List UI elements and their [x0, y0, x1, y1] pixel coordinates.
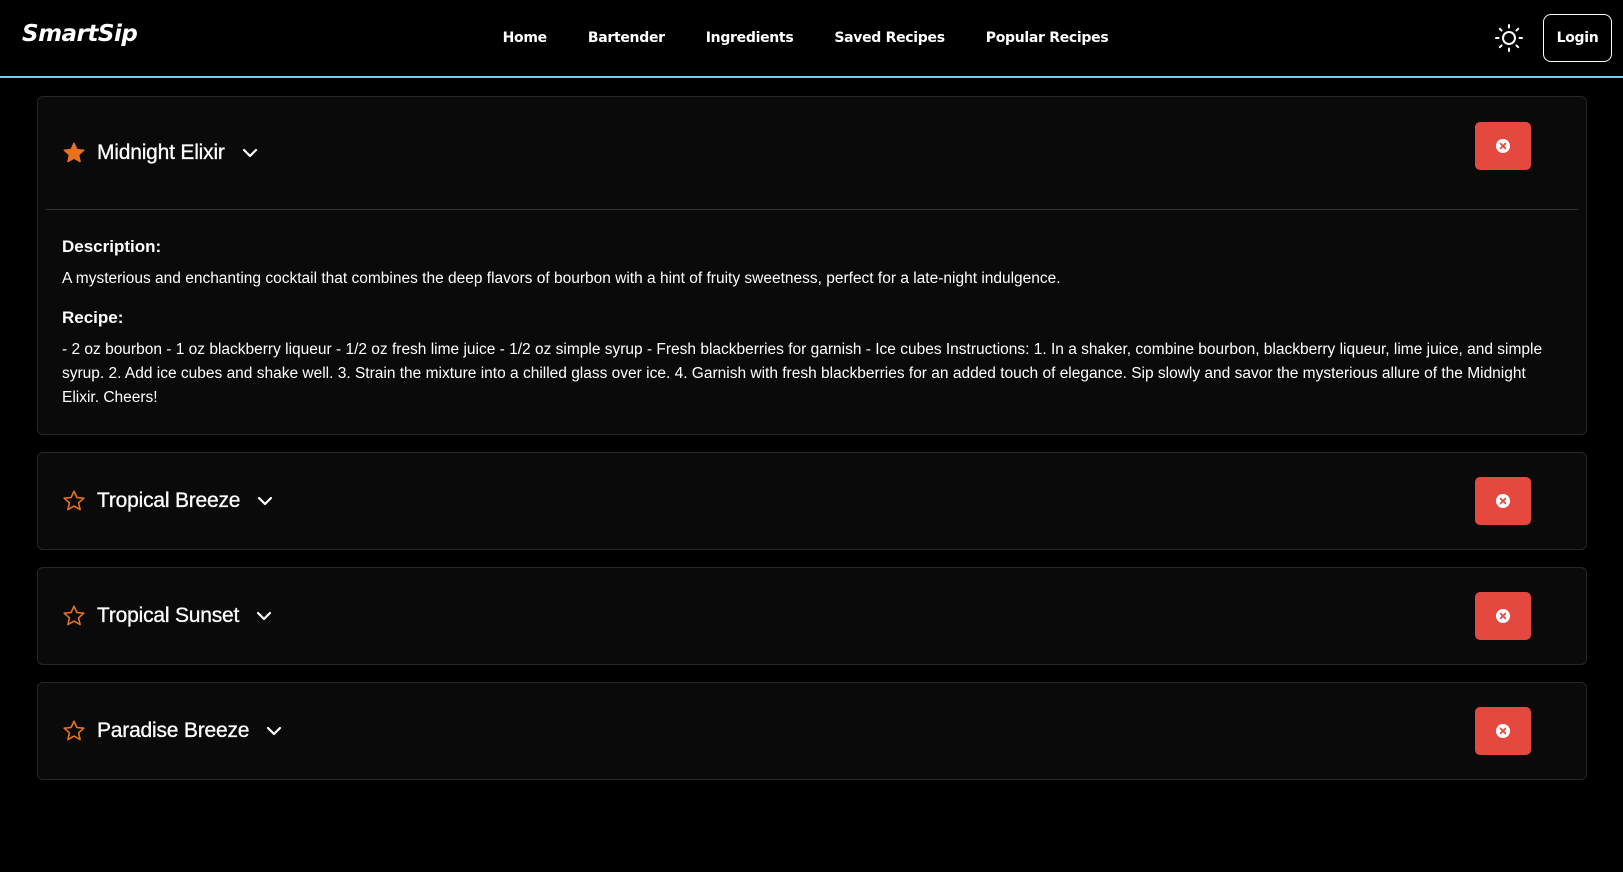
- recipe-card: Midnight Elixir Description: A mysteriou…: [37, 96, 1587, 435]
- saved-recipes-list: Midnight Elixir Description: A mysteriou…: [37, 96, 1587, 797]
- remove-recipe-button[interactable]: [1475, 592, 1531, 640]
- recipe-title: Paradise Breeze: [97, 719, 250, 742]
- chevron-down-icon[interactable]: [255, 491, 275, 511]
- remove-recipe-button[interactable]: [1475, 477, 1531, 525]
- star-outline-icon[interactable]: [62, 604, 86, 628]
- chevron-down-icon[interactable]: [264, 721, 284, 741]
- nav-link-saved-recipes[interactable]: Saved Recipes: [834, 30, 945, 46]
- recipe-title: Midnight Elixir: [97, 141, 225, 164]
- nav-link-home[interactable]: Home: [503, 30, 548, 46]
- recipe-card-header[interactable]: Paradise Breeze: [38, 683, 1586, 779]
- nav-link-popular-recipes[interactable]: Popular Recipes: [986, 30, 1109, 46]
- close-circle-icon: [1496, 609, 1510, 623]
- close-circle-icon: [1496, 139, 1510, 153]
- sun-icon[interactable]: [1494, 23, 1524, 53]
- recipe-title: Tropical Sunset: [97, 604, 240, 627]
- close-circle-icon: [1496, 494, 1510, 508]
- top-navbar: SmartSip Home Bartender Ingredients Save…: [0, 0, 1623, 78]
- recipe-card: Paradise Breeze: [37, 682, 1587, 780]
- star-outline-icon[interactable]: [62, 719, 86, 743]
- nav-link-bartender[interactable]: Bartender: [588, 30, 665, 46]
- recipe-label: Recipe:: [62, 308, 124, 327]
- nav-link-ingredients[interactable]: Ingredients: [706, 30, 794, 46]
- chevron-down-icon[interactable]: [240, 143, 260, 163]
- remove-recipe-button[interactable]: [1475, 707, 1531, 755]
- description-label: Description:: [62, 237, 162, 256]
- recipe-title: Tropical Breeze: [97, 489, 241, 512]
- star-outline-icon[interactable]: [62, 489, 86, 513]
- remove-recipe-button[interactable]: [1475, 122, 1531, 170]
- nav-links: Home Bartender Ingredients Saved Recipes…: [0, 0, 1623, 76]
- recipe-text: - 2 oz bourbon - 1 oz blackberry liqueur…: [62, 341, 1543, 406]
- recipe-card-header[interactable]: Midnight Elixir: [38, 97, 1586, 209]
- recipe-card: Tropical Sunset: [37, 567, 1587, 665]
- description-text: A mysterious and enchanting cocktail tha…: [62, 270, 1061, 287]
- recipe-details: Description: A mysterious and enchanting…: [38, 210, 1586, 434]
- close-circle-icon: [1496, 724, 1510, 738]
- recipe-card: Tropical Breeze: [37, 452, 1587, 550]
- chevron-down-icon[interactable]: [254, 606, 274, 626]
- recipe-card-header[interactable]: Tropical Breeze: [38, 453, 1586, 549]
- login-button[interactable]: Login: [1543, 14, 1612, 62]
- star-filled-icon[interactable]: [62, 141, 86, 165]
- recipe-card-header[interactable]: Tropical Sunset: [38, 568, 1586, 664]
- logo[interactable]: SmartSip: [22, 21, 138, 47]
